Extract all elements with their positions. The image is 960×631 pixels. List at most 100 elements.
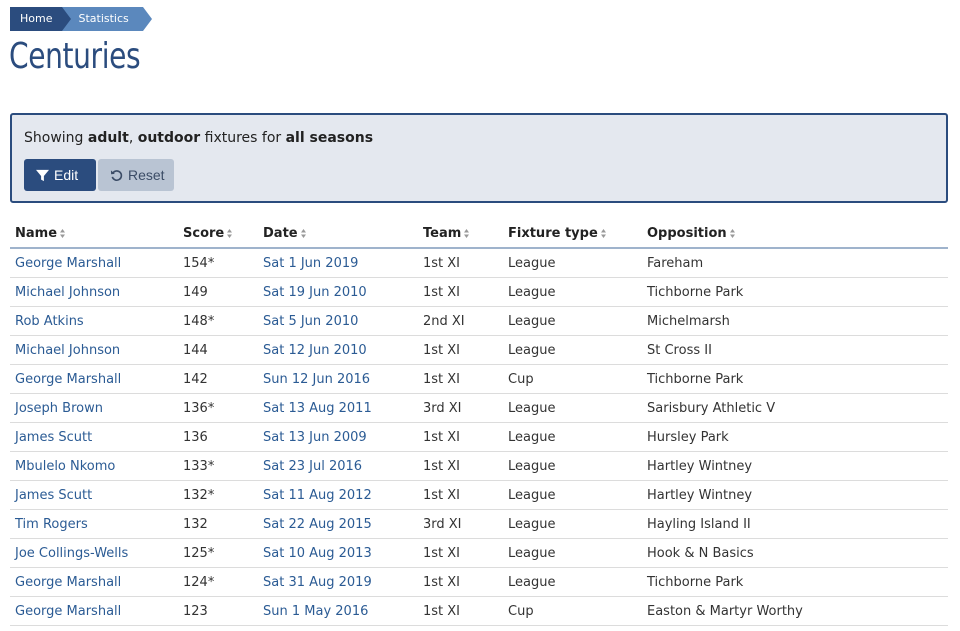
cell-opposition: Tichborne Park (642, 364, 948, 394)
header-team[interactable]: Team (418, 219, 503, 249)
breadcrumb-home[interactable]: Home (10, 7, 73, 31)
player-link[interactable]: Joseph Brown (15, 401, 103, 416)
cell-name: George Marshall (10, 364, 178, 394)
cell-opposition: St Cross II (642, 335, 948, 365)
breadcrumb: Home Statistics (10, 7, 153, 31)
header-opposition[interactable]: Opposition (642, 219, 948, 249)
player-link[interactable]: Michael Johnson (15, 285, 120, 300)
cell-team: 3rd XI (418, 393, 503, 423)
cell-fixture-type: League (503, 509, 642, 539)
fixture-date-link[interactable]: Sun 1 May 2016 (263, 604, 368, 619)
cell-score: 125* (178, 538, 258, 568)
filter-summary: Showing adult, outdoor fixtures for all … (24, 130, 373, 146)
player-link[interactable]: George Marshall (15, 604, 121, 619)
cell-name: Mbulelo Nkomo (10, 451, 178, 481)
cell-name: James Scutt (10, 480, 178, 510)
cell-team: 1st XI (418, 567, 503, 597)
table-row: James Scutt 132* Sat 11 Aug 2012 1st XI Leag… (10, 480, 948, 510)
table-header-row: Name Score Date Team Fixture type Opposi… (10, 219, 948, 249)
fixture-date-link[interactable]: Sat 22 Aug 2015 (263, 517, 372, 532)
cell-name: George Marshall (10, 567, 178, 597)
table-body: George Marshall 154* Sat 1 Jun 2019 1st XI L… (10, 248, 948, 626)
header-fixture-type[interactable]: Fixture type (503, 219, 642, 249)
player-link[interactable]: James Scutt (15, 488, 92, 503)
cell-score: 144 (178, 335, 258, 365)
cell-date: Sat 11 Aug 2012 (258, 480, 418, 510)
fixture-date-link[interactable]: Sat 12 Jun 2010 (263, 343, 367, 358)
fixture-date-link[interactable]: Sat 23 Jul 2016 (263, 459, 362, 474)
filter-venue: outdoor (137, 130, 201, 146)
cell-opposition: Fareham (642, 248, 948, 278)
player-link[interactable]: Tim Rogers (15, 517, 88, 532)
cell-team: 1st XI (418, 364, 503, 394)
fixture-date-link[interactable]: Sat 1 Jun 2019 (263, 256, 358, 271)
header-label: Fixture type (508, 225, 598, 241)
fixture-date-link[interactable]: Sat 13 Aug 2011 (263, 401, 372, 416)
cell-opposition: Easton & Martyr Worthy (642, 596, 948, 626)
cell-score: 149 (178, 277, 258, 307)
header-label: Name (15, 225, 58, 241)
fixture-date-link[interactable]: Sat 5 Jun 2010 (263, 314, 358, 329)
header-score[interactable]: Score (178, 219, 258, 249)
table-row: Joe Collings-Wells 125* Sat 10 Aug 2013 1st… (10, 538, 948, 568)
cell-team: 1st XI (418, 422, 503, 452)
reset-filter-button[interactable]: Reset (98, 159, 174, 191)
player-link[interactable]: George Marshall (15, 372, 121, 387)
player-link[interactable]: James Scutt (15, 430, 92, 445)
cell-date: Sat 5 Jun 2010 (258, 306, 418, 336)
header-label: Team (423, 225, 462, 241)
reset-label: Reset (128, 167, 165, 183)
cell-team: 3rd XI (418, 509, 503, 539)
header-name[interactable]: Name (10, 219, 178, 249)
cell-score: 142 (178, 364, 258, 394)
undo-icon (110, 169, 123, 181)
player-link[interactable]: Michael Johnson (15, 343, 120, 358)
cell-name: Tim Rogers (10, 509, 178, 539)
cell-opposition: Michelmarsh (642, 306, 948, 336)
edit-filter-button[interactable]: Edit (24, 159, 96, 191)
player-link[interactable]: Rob Atkins (15, 314, 84, 329)
player-link[interactable]: Mbulelo Nkomo (15, 459, 115, 474)
sort-icon (729, 228, 735, 238)
fixture-date-link[interactable]: Sat 10 Aug 2013 (263, 546, 372, 561)
cell-date: Sat 13 Jun 2009 (258, 422, 418, 452)
fixture-date-link[interactable]: Sat 11 Aug 2012 (263, 488, 372, 503)
header-label: Opposition (647, 225, 727, 241)
cell-fixture-type: Cup (503, 364, 642, 394)
cell-score: 136* (178, 393, 258, 423)
cell-date: Sat 19 Jun 2010 (258, 277, 418, 307)
filter-icon (36, 169, 49, 181)
cell-date: Sat 31 Aug 2019 (258, 567, 418, 597)
cell-fixture-type: League (503, 422, 642, 452)
cell-team: 1st XI (418, 480, 503, 510)
sort-icon (464, 228, 470, 238)
cell-name: Joseph Brown (10, 393, 178, 423)
cell-opposition: Hartley Wintney (642, 451, 948, 481)
cell-fixture-type: League (503, 248, 642, 278)
cell-score: 132 (178, 509, 258, 539)
header-label: Score (183, 225, 225, 241)
cell-team: 1st XI (418, 335, 503, 365)
fixture-date-link[interactable]: Sat 19 Jun 2010 (263, 285, 367, 300)
cell-opposition: Tichborne Park (642, 277, 948, 307)
fixture-date-link[interactable]: Sun 12 Jun 2016 (263, 372, 370, 387)
table-row: James Scutt 136 Sat 13 Jun 2009 1st XI Leagu… (10, 422, 948, 452)
cell-name: George Marshall (10, 248, 178, 278)
table-row: George Marshall 124* Sat 31 Aug 2019 1st XI… (10, 567, 948, 597)
table-row: George Marshall 142 Sun 12 Jun 2016 1st XI C… (10, 364, 948, 394)
player-link[interactable]: George Marshall (15, 256, 121, 271)
page-title: Centuries (9, 36, 141, 77)
filter-season: all seasons (285, 130, 374, 146)
player-link[interactable]: Joe Collings-Wells (15, 546, 128, 561)
player-link[interactable]: George Marshall (15, 575, 121, 590)
table-row: Michael Johnson 149 Sat 19 Jun 2010 1st XI L… (10, 277, 948, 307)
fixture-date-link[interactable]: Sat 13 Jun 2009 (263, 430, 367, 445)
header-label: Date (263, 225, 298, 241)
cell-fixture-type: League (503, 306, 642, 336)
filter-middle: fixtures for (200, 130, 286, 146)
header-date[interactable]: Date (258, 219, 418, 249)
cell-score: 123 (178, 596, 258, 626)
cell-team: 1st XI (418, 248, 503, 278)
breadcrumb-statistics[interactable]: Statistics (62, 7, 153, 31)
fixture-date-link[interactable]: Sat 31 Aug 2019 (263, 575, 372, 590)
